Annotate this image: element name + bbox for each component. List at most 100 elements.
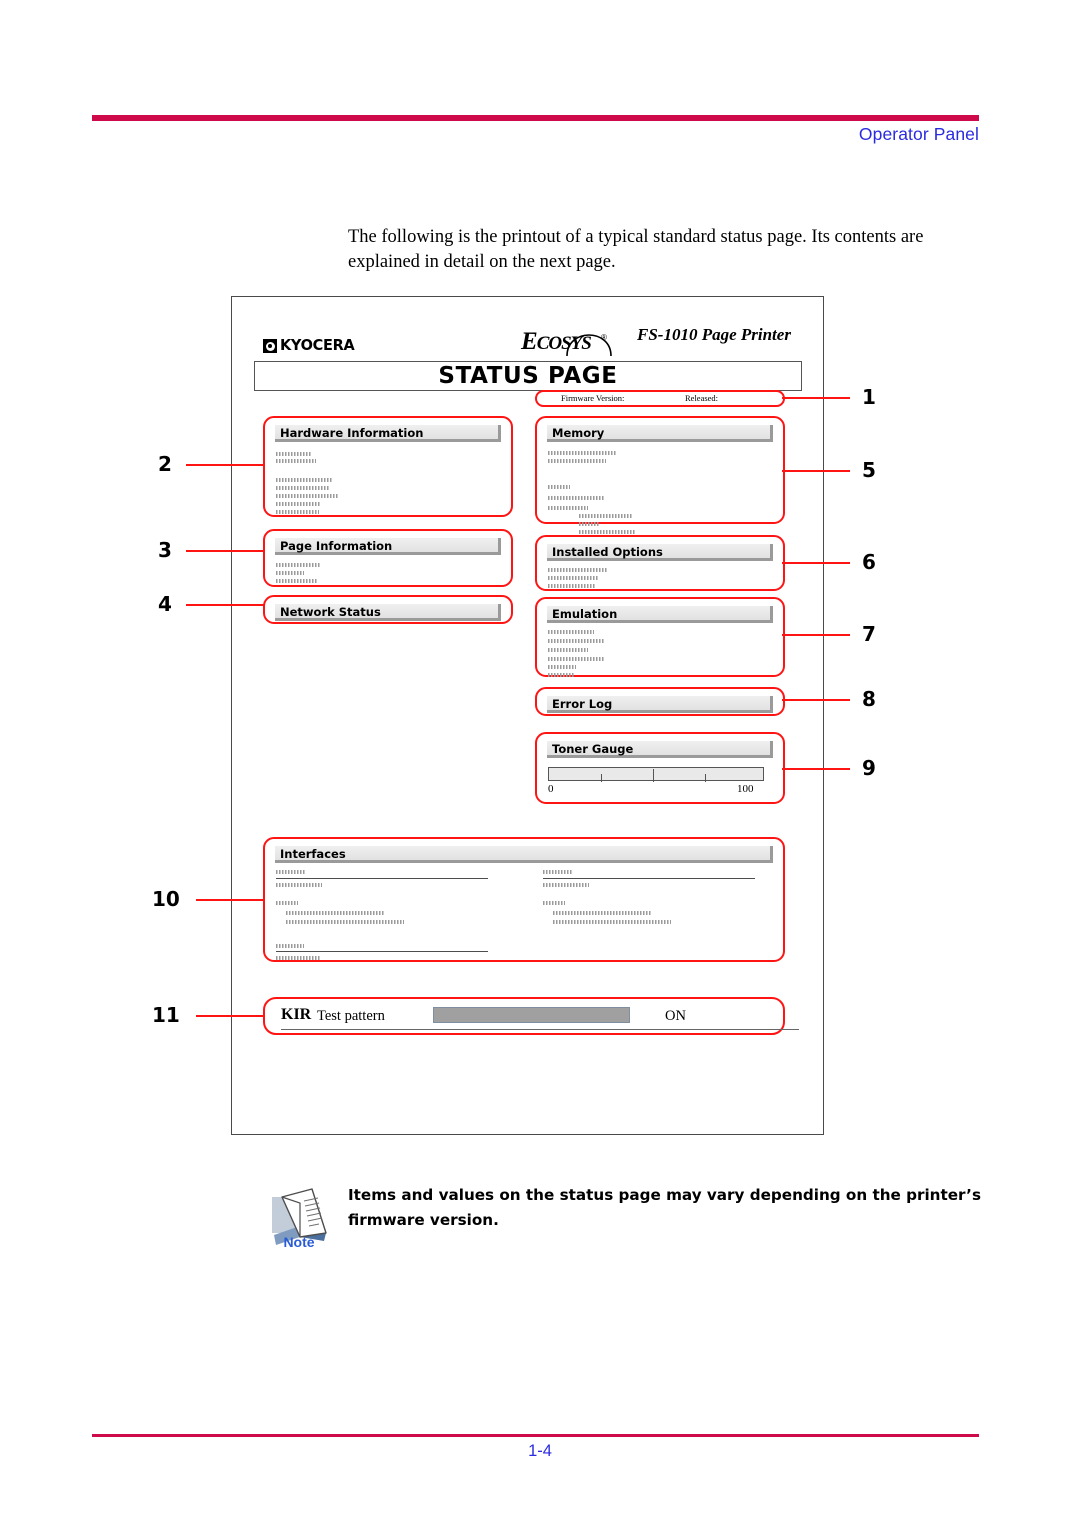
toner-gauge-bar bbox=[548, 767, 764, 782]
toner-gauge-tick bbox=[705, 774, 707, 782]
placeholder-line bbox=[276, 571, 304, 575]
kir-state-value: ON bbox=[665, 1008, 686, 1024]
separator-rule bbox=[276, 878, 488, 880]
callout-leader-1 bbox=[782, 397, 850, 400]
callout-box-interfaces: Interfaces bbox=[263, 837, 785, 962]
kir-test-pattern-swatch bbox=[433, 1007, 630, 1023]
callout-number-7: 7 bbox=[862, 622, 876, 646]
callout-box-memory: Memory bbox=[535, 416, 785, 534]
placeholder-line bbox=[548, 665, 576, 669]
section-header-installed-options: Installed Options bbox=[547, 544, 773, 561]
placeholder-line bbox=[543, 870, 573, 874]
firmware-version-label: Firmware Version: bbox=[561, 393, 625, 403]
placeholder-line bbox=[543, 901, 565, 905]
section-header-page-information: Page Information bbox=[275, 538, 501, 555]
status-page-banner-text: STATUS PAGE bbox=[438, 363, 618, 389]
kyocera-logo: KYOCERA bbox=[263, 337, 355, 355]
placeholder-line bbox=[286, 920, 404, 924]
placeholder-line bbox=[548, 630, 594, 634]
status-page-banner: STATUS PAGE bbox=[254, 361, 802, 391]
placeholder-line bbox=[548, 485, 570, 489]
placeholder-line bbox=[548, 657, 604, 661]
callout-box-installed-options: Installed Options bbox=[535, 535, 785, 591]
placeholder-line bbox=[543, 883, 589, 887]
placeholder-line bbox=[276, 478, 332, 482]
callout-box-toner-gauge: Toner Gauge 0 100 bbox=[535, 732, 785, 804]
kyocera-wordmark: KYOCERA bbox=[280, 337, 355, 355]
placeholder-line bbox=[276, 452, 311, 456]
callout-leader-2 bbox=[186, 464, 264, 467]
callout-leader-8 bbox=[782, 699, 850, 702]
callout-box-page-information: Page Information bbox=[263, 529, 513, 587]
toner-gauge-max-label: 100 bbox=[737, 783, 754, 795]
ecosys-logo: ECOSYS ® bbox=[521, 318, 616, 356]
kir-underline bbox=[281, 1029, 799, 1031]
callout-number-10: 10 bbox=[152, 887, 180, 911]
placeholder-line bbox=[276, 870, 306, 874]
placeholder-line bbox=[276, 563, 321, 567]
toner-gauge-min-label: 0 bbox=[548, 783, 554, 795]
kir-row: KIR Test pattern ON bbox=[265, 999, 799, 1033]
placeholder-line bbox=[548, 648, 588, 652]
callout-number-8: 8 bbox=[862, 687, 876, 711]
kir-label: KIR bbox=[281, 1006, 312, 1023]
placeholder-line bbox=[548, 506, 588, 510]
callout-leader-6 bbox=[782, 562, 850, 565]
firmware-version-line: Firmware Version: Released: bbox=[535, 392, 783, 406]
placeholder-line bbox=[548, 584, 596, 588]
callout-leader-11 bbox=[196, 1015, 264, 1018]
callout-leader-3 bbox=[186, 550, 264, 553]
callout-leader-10 bbox=[196, 899, 264, 902]
section-header-error-log: Error Log bbox=[547, 696, 773, 713]
callout-box-kir: KIR Test pattern ON bbox=[263, 997, 799, 1035]
placeholder-line bbox=[548, 459, 606, 463]
placeholder-line bbox=[276, 901, 298, 905]
toner-gauge-tick bbox=[653, 769, 655, 782]
callout-leader-7 bbox=[782, 634, 850, 637]
section-header-network-status: Network Status bbox=[275, 604, 501, 621]
callout-number-1: 1 bbox=[862, 385, 876, 409]
released-label: Released: bbox=[685, 393, 719, 403]
placeholder-line bbox=[276, 579, 318, 583]
placeholder-line bbox=[276, 944, 304, 948]
placeholder-line bbox=[276, 459, 316, 463]
placeholder-line bbox=[286, 911, 384, 915]
placeholder-line bbox=[276, 502, 321, 506]
section-header-hardware-information: Hardware Information bbox=[275, 425, 501, 442]
callout-number-9: 9 bbox=[862, 756, 876, 780]
status-page-illustration: KYOCERA ECOSYS ® FS-1010 Page Printer ST… bbox=[231, 296, 824, 1135]
callout-box-emulation: Emulation bbox=[535, 597, 785, 677]
callout-number-3: 3 bbox=[158, 538, 172, 562]
callout-number-2: 2 bbox=[158, 452, 172, 476]
section-header-memory: Memory bbox=[547, 425, 773, 442]
callout-number-11: 11 bbox=[152, 1003, 180, 1027]
placeholder-line bbox=[548, 451, 616, 455]
placeholder-line bbox=[276, 510, 319, 514]
placeholder-line bbox=[276, 494, 338, 498]
placeholder-line bbox=[548, 568, 608, 572]
placeholder-line bbox=[553, 911, 651, 915]
placeholder-line bbox=[548, 496, 604, 500]
callout-leader-4 bbox=[186, 604, 264, 607]
ecosys-wordmark: ECOSYS bbox=[521, 328, 592, 355]
separator-rule bbox=[543, 878, 755, 880]
printer-model-label: FS-1010 Page Printer bbox=[637, 325, 791, 344]
placeholder-line bbox=[548, 639, 604, 643]
toner-gauge-tick bbox=[601, 774, 603, 782]
header-section-title: Operator Panel bbox=[858, 124, 979, 144]
placeholder-line bbox=[579, 522, 599, 526]
placeholder-line bbox=[548, 673, 574, 677]
callout-leader-9 bbox=[782, 768, 850, 771]
callout-box-hardware-information: Hardware Information bbox=[263, 416, 513, 517]
callout-number-6: 6 bbox=[862, 550, 876, 574]
callout-number-5: 5 bbox=[862, 458, 876, 482]
callout-box-error-log: Error Log bbox=[535, 687, 785, 716]
placeholder-line bbox=[579, 530, 635, 534]
intro-paragraph: The following is the printout of a typic… bbox=[348, 227, 924, 272]
callout-box-network-status: Network Status bbox=[263, 595, 513, 624]
registered-mark: ® bbox=[601, 333, 607, 342]
kir-test-pattern-label: Test pattern bbox=[317, 1008, 385, 1024]
section-header-emulation: Emulation bbox=[547, 606, 773, 623]
callout-leader-5 bbox=[782, 470, 850, 473]
placeholder-line bbox=[579, 514, 633, 518]
